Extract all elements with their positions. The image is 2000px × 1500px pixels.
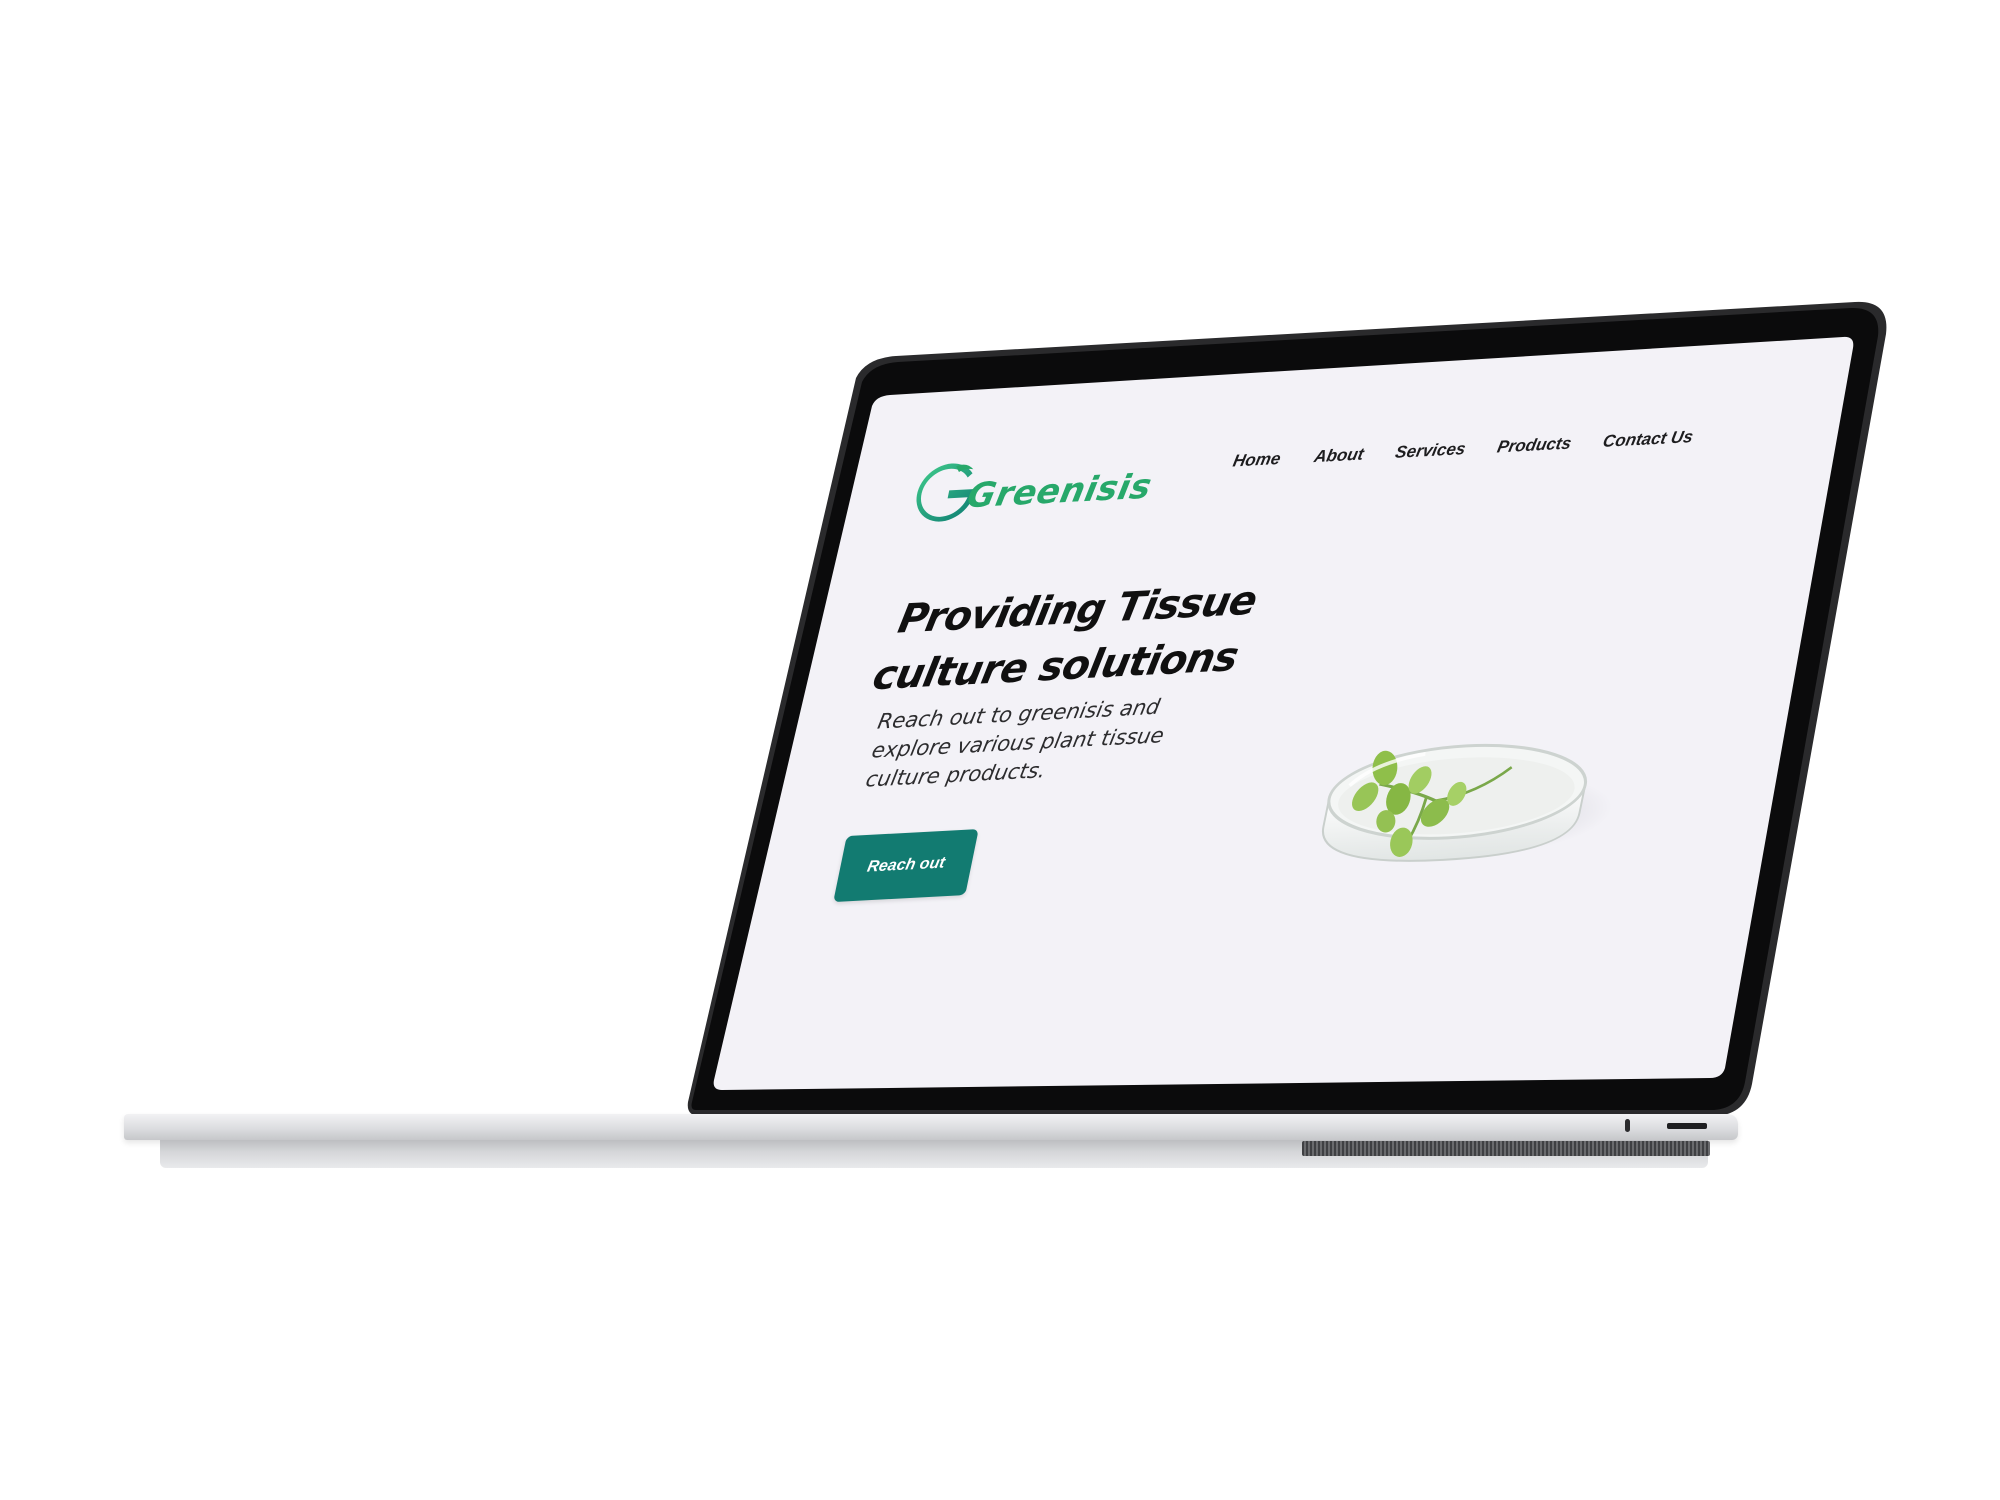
nav-item-services[interactable]: Services	[1393, 439, 1468, 463]
main-nav: Home About Services Products Contact Us	[1231, 427, 1695, 471]
laptop-base	[124, 1114, 1738, 1140]
logo-wordmark: Greenisis	[963, 466, 1156, 517]
nav-item-about[interactable]: About	[1312, 445, 1365, 468]
petri-dish-plantlet-image	[1321, 743, 1613, 862]
nav-item-contact-us[interactable]: Contact Us	[1601, 427, 1695, 452]
hero-subtitle: Reach out to greenisis and explore vario…	[863, 694, 1167, 792]
scene: Greenisis Home About Services Products C…	[0, 0, 2000, 1500]
status-led-icon	[1625, 1119, 1630, 1132]
site-logo[interactable]: Greenisis	[908, 452, 1158, 527]
hinge-grille	[1302, 1141, 1710, 1156]
usb-port-icon	[1667, 1123, 1707, 1129]
nav-item-home[interactable]: Home	[1231, 449, 1282, 472]
hero-title: Providing Tissue culture solutions	[869, 569, 1335, 704]
nav-item-products[interactable]: Products	[1495, 434, 1574, 458]
reach-out-button[interactable]: Reach out	[833, 829, 979, 903]
hero-image	[1286, 691, 1646, 902]
website-screen: Greenisis Home About Services Products C…	[677, 374, 1796, 1126]
